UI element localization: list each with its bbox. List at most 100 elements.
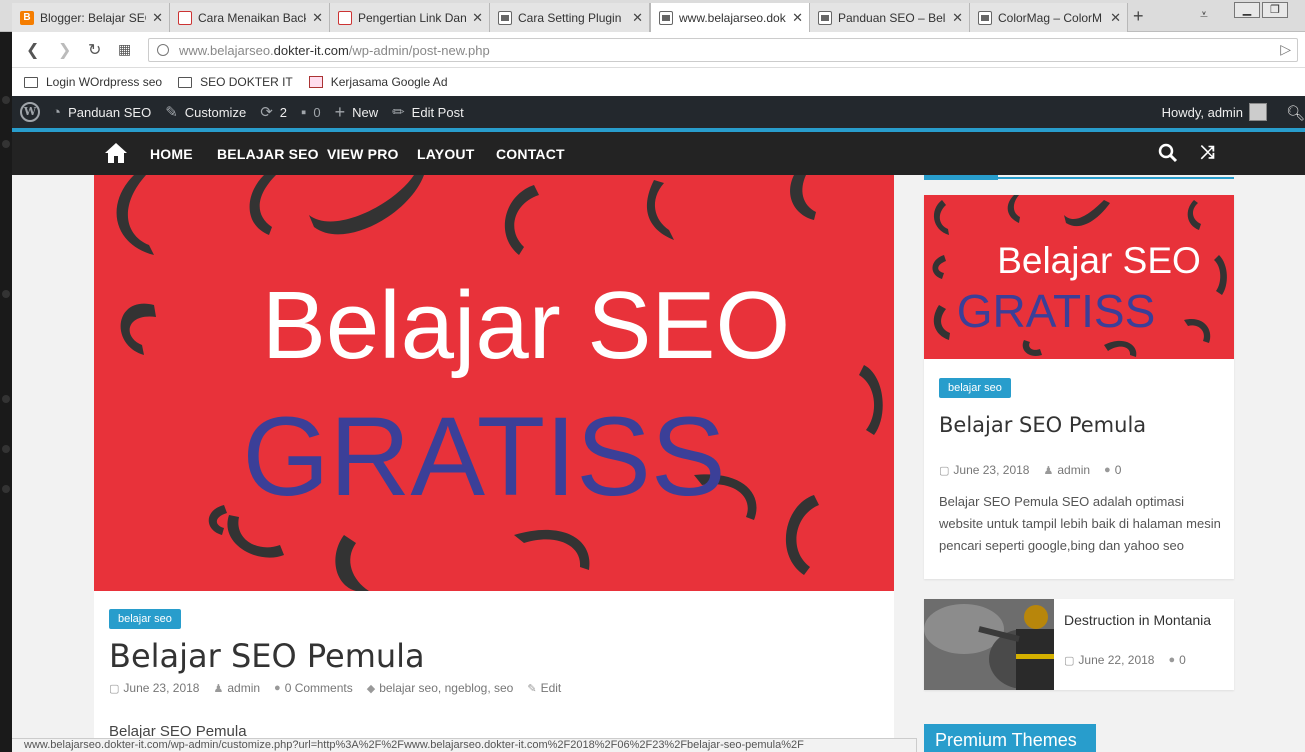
search-icon[interactable]: 🔍︎ (1286, 104, 1305, 122)
sidebar-widget-header (924, 175, 1234, 180)
close-icon[interactable]: ✕ (312, 10, 323, 26)
browser-tab[interactable]: B Blogger: Belajar SEO ✕ (12, 3, 170, 32)
nav-item-home[interactable]: HOME (150, 146, 193, 162)
card-title[interactable]: Destruction in Montania (1064, 611, 1224, 630)
admin-bar-comments[interactable]: ▪ 0 (301, 104, 321, 121)
browser-tab[interactable]: Cara Setting Plugin ✕ (490, 3, 650, 32)
tab-title: Blogger: Belajar SEO (40, 10, 147, 25)
page-icon (659, 10, 673, 25)
close-icon[interactable]: ✕ (152, 10, 163, 26)
card-date[interactable]: June 22, 2018 (1078, 653, 1154, 667)
card-comments[interactable]: 0 (1115, 463, 1122, 477)
admin-bar-edit-post[interactable]: ✏ Edit Post (392, 103, 464, 121)
new-tab-icon[interactable]: + (1133, 6, 1144, 27)
browser-tab[interactable]: Pengertian Link Dan ✕ (330, 3, 490, 32)
post-comments[interactable]: 0 Comments (285, 681, 353, 695)
admin-bar-new[interactable]: + New (335, 102, 379, 123)
howdy-label: Howdy, admin (1161, 104, 1243, 120)
edit-link[interactable]: Edit (541, 681, 562, 695)
bookmark-item[interactable]: Login WOrdpress seo (24, 75, 162, 89)
close-icon[interactable]: ✕ (952, 10, 963, 26)
bookmark-label: SEO DOKTER IT (200, 75, 293, 89)
tab-list-icon[interactable]: ⩡ (1200, 6, 1208, 23)
send-icon[interactable]: ▷ (1280, 41, 1291, 58)
card-hero-line2: GRATISS (957, 285, 1156, 337)
tag-link[interactable]: belajar seo (379, 681, 438, 695)
bookmark-label: Login WOrdpress seo (46, 75, 163, 89)
forward-icon[interactable]: ❯ (58, 40, 71, 60)
hero-line1: Belajar SEO (262, 272, 790, 379)
tab-title: Cara Setting Plugin (518, 10, 622, 25)
address-bar: ❮ ❯ ↻ ▦ www.belajarseo. dokter-it.com/wp-… (12, 32, 1305, 68)
tag-link[interactable]: seo (494, 681, 513, 695)
post-author[interactable]: admin (227, 681, 260, 695)
close-icon[interactable]: ✕ (1110, 10, 1121, 26)
dashboard-icon: ◔ (52, 103, 62, 121)
status-bar-url: www.belajarseo.dokter-it.com/wp-admin/cu… (12, 738, 917, 752)
tag-icon: ◆ (366, 682, 376, 695)
card-excerpt: Belajar SEO Pemula SEO adalah optimasi w… (939, 494, 1221, 553)
admin-bar-account[interactable]: Howdy, admin (1162, 96, 1267, 128)
url-host: dokter-it.com (273, 42, 349, 58)
browser-tab-active[interactable]: www.belajarseo.dok ✕ (650, 3, 810, 32)
hero-graphic: Belajar SEO GRATISS (116, 175, 883, 591)
browser-tab[interactable]: Panduan SEO – Bela ✕ (810, 3, 970, 32)
home-icon[interactable] (104, 142, 128, 164)
admin-bar-site[interactable]: ◔ Panduan SEO (52, 104, 151, 121)
post-date[interactable]: June 23, 2018 (123, 681, 199, 695)
nav-item-contact[interactable]: CONTACT (496, 146, 565, 162)
card-thumbnail[interactable]: Belajar SEO GRATISS (924, 195, 1234, 359)
maximize-icon[interactable]: ❐ (1262, 2, 1288, 18)
admin-bar-customize[interactable]: ✎ Customize (165, 103, 246, 121)
card-meta: ▢ June 22, 2018 ● 0 (1064, 653, 1186, 667)
search-icon[interactable] (1158, 143, 1178, 163)
category-badge[interactable]: belajar seo (109, 609, 181, 629)
grid-icon[interactable]: ▦ (118, 41, 131, 58)
edge-dot (2, 140, 10, 148)
tag-link[interactable]: ngeblog (445, 681, 488, 695)
card-comments[interactable]: 0 (1179, 653, 1186, 667)
tab-title: Panduan SEO – Bela (838, 10, 947, 25)
browser-tab[interactable]: ColorMag – ColorM ✕ (970, 3, 1128, 32)
card-title[interactable]: Belajar SEO Pemula (939, 413, 1146, 437)
edge-dot (2, 96, 10, 104)
category-badge[interactable]: belajar seo (939, 378, 1011, 398)
post-title[interactable]: Belajar SEO Pemula (109, 637, 425, 675)
avatar (1249, 103, 1267, 121)
url-prefix: www.belajarseo. (179, 42, 274, 58)
image-icon (178, 10, 192, 25)
wordpress-logo-icon[interactable]: W (20, 102, 40, 122)
url-input[interactable]: www.belajarseo. dokter-it.com/wp-admin/po… (148, 38, 1298, 62)
plus-icon: + (334, 101, 346, 122)
minimize-icon[interactable]: ▁ (1234, 2, 1260, 18)
user-icon: ♟ (213, 682, 224, 695)
reload-icon[interactable]: ↻ (88, 40, 101, 60)
bookmark-item[interactable]: Kerjasama Google Ad (308, 75, 448, 89)
decor-swirls (116, 175, 883, 591)
bookmark-item[interactable]: SEO DOKTER IT (178, 75, 293, 89)
browser-tab[interactable]: Cara Menaikan Back ✕ (170, 3, 330, 32)
shuffle-icon[interactable]: ⤨ (1200, 142, 1214, 163)
admin-bar-updates[interactable]: ⟳ 2 (260, 103, 287, 121)
close-icon[interactable]: ✕ (472, 10, 483, 26)
comment-icon: ● (274, 682, 281, 694)
comment-icon: ● (1168, 654, 1176, 666)
card-date[interactable]: June 23, 2018 (953, 463, 1029, 477)
card-author[interactable]: admin (1057, 463, 1090, 477)
back-icon[interactable]: ❮ (26, 40, 39, 60)
nav-item-layout[interactable]: LAYOUT (417, 146, 474, 162)
page-icon (978, 10, 992, 25)
nav-item-view-pro[interactable]: VIEW PRO (327, 146, 399, 162)
featured-image[interactable]: Belajar SEO GRATISS (94, 175, 894, 591)
nav-item-belajar-seo[interactable]: BELAJAR SEO (217, 146, 319, 162)
photo-graphic (924, 599, 1054, 690)
close-icon[interactable]: ✕ (632, 10, 643, 26)
firefighter-thumbnail[interactable] (924, 599, 1054, 690)
widget-header-accent (924, 175, 998, 180)
bookmarks-bar: Login WOrdpress seo SEO DOKTER IT Kerjas… (12, 68, 1305, 96)
user-icon: ♟ (1043, 464, 1054, 477)
folder-icon (178, 76, 193, 88)
tab-title: Pengertian Link Dan (358, 10, 467, 25)
globe-icon (157, 44, 169, 56)
close-icon[interactable]: ✕ (792, 10, 803, 26)
